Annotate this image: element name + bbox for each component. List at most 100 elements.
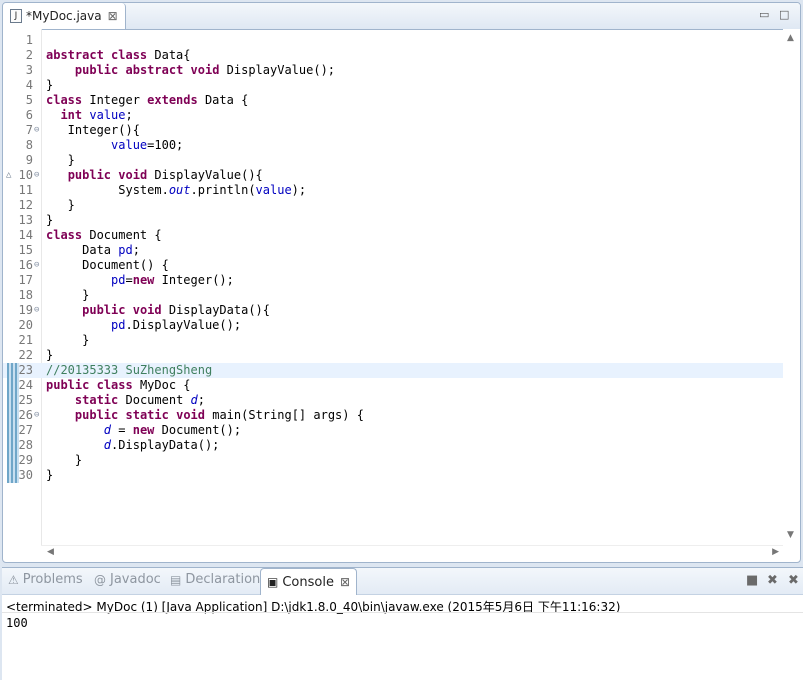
code-line[interactable]: 25 static Document d; (3, 393, 783, 408)
fold-toggle-icon[interactable]: ⊖ (34, 258, 39, 273)
tab-label: Declaration (185, 572, 261, 587)
code-text: } (46, 288, 90, 302)
code-line[interactable]: 14 class Document { (3, 228, 783, 243)
code-text: d.DisplayData(); (103, 438, 220, 452)
code-line[interactable]: 20 pd.DisplayValue(); (3, 318, 783, 333)
tab-title: *MyDoc.java (26, 9, 102, 23)
code-text: } (46, 348, 54, 362)
maximize-icon[interactable]: □ (779, 8, 789, 21)
code-text: } (46, 153, 75, 167)
code-line[interactable]: 13} (3, 213, 783, 228)
line-number: 27 (18, 423, 33, 437)
code-line[interactable]: 6 int value; (3, 108, 783, 123)
code-text: class Integer extends Data { (46, 93, 249, 107)
line-number: 7 (25, 123, 33, 137)
code-text: public class MyDoc { (46, 378, 191, 392)
scroll-left-icon[interactable]: ◀ (47, 547, 54, 557)
code-line[interactable]: 28 d.DisplayData(); (3, 438, 783, 453)
line-number: 30 (18, 468, 33, 482)
code-line[interactable]: 21 } (3, 333, 783, 348)
code-line[interactable]: 12 } (3, 198, 783, 213)
tab-label: Javadoc (110, 572, 161, 587)
code-line[interactable]: 29 } (3, 453, 783, 468)
console-panel: ⚠ Problems @ Javadoc ▤ Declaration ▣ Con… (2, 567, 803, 680)
javadoc-icon: @ (94, 572, 106, 587)
line-number: 10 (18, 168, 33, 182)
remove-launch-icon[interactable]: ✖ (767, 573, 778, 588)
line-number: 29 (18, 453, 33, 467)
minimize-icon[interactable]: ▭ (759, 8, 769, 21)
code-text: public static void main(String[] args) { (74, 408, 364, 422)
scroll-up-icon[interactable]: ▲ (787, 33, 794, 43)
line-number: 15 (18, 243, 33, 257)
fold-toggle-icon[interactable]: ⊖ (34, 123, 39, 138)
code-line[interactable]: 27 d = new Document(); (3, 423, 783, 438)
code-line[interactable]: 30} (3, 468, 783, 483)
code-text: int value; (60, 108, 133, 122)
code-line[interactable]: 1 (3, 33, 783, 48)
code-text: abstract class Data{ (46, 48, 191, 62)
code-line[interactable]: 8 value=100; (3, 138, 783, 153)
line-number: 23 (18, 363, 33, 377)
tab-console[interactable]: ▣ Console ⊠ (260, 568, 358, 595)
code-lines[interactable]: 1 2 abstract class Data{3 public abstract … (3, 33, 783, 483)
line-number: 1 (25, 33, 33, 47)
line-number: 5 (25, 93, 33, 107)
code-line[interactable]: 11 System.out.println(value); (3, 183, 783, 198)
horizontal-scrollbar[interactable]: ◀ ▶ (41, 545, 783, 562)
code-text: public abstract void DisplayValue(); (74, 63, 336, 77)
code-line[interactable]: 16 ⊖ Document() { (3, 258, 783, 273)
console-tab-bar: ⚠ Problems @ Javadoc ▤ Declaration ▣ Con… (2, 568, 803, 595)
code-text: System.out.println(value); (46, 183, 307, 197)
code-line[interactable]: 17 pd=new Integer(); (3, 273, 783, 288)
code-editor: J *MyDoc.java ⊠ ▭ □ 1 2 abstract class Dat… (2, 2, 801, 563)
code-line[interactable]: △ 10 ⊖ public void DisplayValue(){ (3, 168, 783, 183)
remove-all-terminated-icon[interactable]: ✖ (788, 573, 799, 588)
code-text: class Document { (46, 228, 162, 242)
code-text: } (46, 213, 54, 227)
code-text: } (46, 453, 83, 467)
tab-mydoc-java[interactable]: J *MyDoc.java ⊠ (3, 3, 126, 29)
close-tab-icon[interactable]: ⊠ (340, 575, 350, 589)
tab-declaration[interactable]: ▤ Declaration (170, 572, 260, 587)
tab-problems[interactable]: ⚠ Problems (8, 572, 83, 587)
code-line[interactable]: 23 //20135333 SuZhengSheng (3, 363, 783, 378)
terminate-icon[interactable]: ■ (746, 573, 758, 588)
scroll-right-icon[interactable]: ▶ (772, 547, 779, 557)
code-text: } (46, 468, 54, 482)
code-text: value=100; (111, 138, 184, 152)
code-line[interactable]: 26 ⊖ public static void main(String[] arg… (3, 408, 783, 423)
line-number: 28 (18, 438, 33, 452)
vertical-scrollbar[interactable]: ▲ ▼ (783, 29, 800, 546)
close-tab-icon[interactable]: ⊠ (108, 9, 118, 23)
code-line[interactable]: 18 } (3, 288, 783, 303)
code-line[interactable]: 3 public abstract void DisplayValue(); (3, 63, 783, 78)
line-number: 19 (18, 303, 33, 317)
code-line[interactable]: 15 Data pd; (3, 243, 783, 258)
code-line[interactable]: 4} (3, 78, 783, 93)
code-area[interactable]: 1 2 abstract class Data{3 public abstract … (3, 29, 800, 562)
fold-toggle-icon[interactable]: ⊖ (34, 168, 39, 183)
line-number: 11 (18, 183, 33, 197)
code-line[interactable]: 24 public class MyDoc { (3, 378, 783, 393)
fold-toggle-icon[interactable]: ⊖ (34, 303, 39, 318)
scroll-down-icon[interactable]: ▼ (787, 530, 794, 540)
tab-label: Console (282, 574, 334, 590)
line-number: 17 (18, 273, 33, 287)
code-text: Document() { (46, 258, 169, 272)
code-text: } (46, 198, 75, 212)
code-line[interactable]: 19 ⊖ public void DisplayData(){ (3, 303, 783, 318)
code-text: public void DisplayValue(){ (67, 168, 263, 182)
code-line[interactable]: 5 class Integer extends Data { (3, 93, 783, 108)
code-line[interactable]: 7 ⊖ Integer(){ (3, 123, 783, 138)
tab-javadoc[interactable]: @ Javadoc (94, 572, 161, 587)
code-line[interactable]: 2 abstract class Data{ (3, 48, 783, 63)
code-text: } (46, 78, 54, 92)
fold-toggle-icon[interactable]: ⊖ (34, 408, 39, 423)
line-number: 18 (18, 288, 33, 302)
line-number: 16 (18, 258, 33, 272)
code-line[interactable]: 22} (3, 348, 783, 363)
code-line[interactable]: 9 } (3, 153, 783, 168)
console-output[interactable]: 100 (6, 616, 28, 630)
console-divider (2, 612, 803, 613)
